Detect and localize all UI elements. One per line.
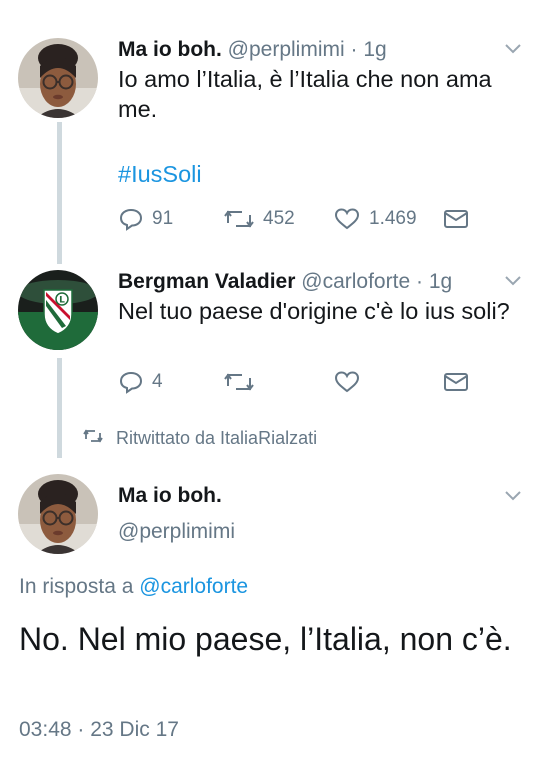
tweet-timestamp[interactable]: 03:48 · 23 Dic 17 (19, 718, 179, 742)
thread-connector-2 (57, 358, 62, 458)
reply-action[interactable]: 91 (118, 207, 173, 231)
reply-icon (118, 370, 144, 394)
thread-connector-1 (57, 122, 62, 264)
tweet-time[interactable]: 1g (429, 270, 452, 293)
tweet-header: Ma io boh. @perplimimi · 1g (118, 38, 387, 62)
retweet-icon (223, 207, 255, 231)
user-handle[interactable]: @perplimimi (228, 38, 345, 61)
tweet-text: Nel tuo paese d'origine c'è lo ius soli? (118, 298, 510, 324)
like-count: 1.469 (369, 208, 417, 229)
reply-context: In risposta a @carloforte (19, 575, 248, 599)
separator: · (415, 270, 423, 293)
direct-message-action[interactable] (443, 370, 469, 394)
user-handle[interactable]: @perplimimi (118, 520, 235, 544)
reply-prefix: In risposta a (19, 575, 134, 598)
display-name[interactable]: Ma io boh. (118, 38, 222, 61)
reply-count: 91 (152, 208, 174, 229)
retweet-count: 452 (263, 208, 295, 229)
hashtag-link[interactable]: #IusSoli (118, 161, 202, 188)
direct-message-action[interactable] (443, 207, 469, 231)
reply-icon (118, 207, 144, 231)
retweet-action[interactable]: 452 (223, 207, 295, 231)
tweet-time[interactable]: 1g (363, 38, 386, 61)
separator: · (350, 38, 358, 61)
tweet-text: Io amo l’Italia, è l’Italia che non ama … (118, 66, 492, 122)
chevron-down-icon[interactable] (503, 489, 523, 503)
display-name[interactable]: Ma io boh. (118, 484, 222, 508)
reply-action[interactable]: 4 (118, 370, 163, 394)
heart-icon (333, 370, 361, 394)
envelope-icon (443, 370, 469, 394)
envelope-icon (443, 207, 469, 231)
main-tweet-text: No. Nel mio paese, l’Italia, non c’è. (19, 621, 512, 657)
reply-mention-link[interactable]: @carloforte (139, 575, 248, 598)
tweet-header: Bergman Valadier @carloforte · 1g (118, 270, 452, 294)
avatar-perplimimi[interactable] (18, 474, 98, 554)
heart-icon (333, 207, 361, 231)
retweeted-by-label: Ritwittato da ItaliaRialzati (116, 428, 318, 448)
retweet-icon (223, 370, 255, 394)
avatar-carloforte[interactable]: L (18, 270, 98, 350)
svg-text:L: L (59, 296, 65, 306)
like-action[interactable] (333, 370, 369, 394)
display-name[interactable]: Bergman Valadier (118, 270, 295, 293)
retweet-action[interactable] (223, 370, 263, 394)
like-action[interactable]: 1.469 (333, 207, 417, 231)
avatar-perplimimi[interactable] (18, 38, 98, 118)
retweet-icon (82, 428, 104, 449)
user-handle[interactable]: @carloforte (301, 270, 410, 293)
chevron-down-icon[interactable] (503, 274, 523, 288)
reply-count: 4 (152, 371, 163, 392)
chevron-down-icon[interactable] (503, 42, 523, 56)
retweet-context[interactable]: Ritwittato da ItaliaRialzati (82, 428, 317, 449)
